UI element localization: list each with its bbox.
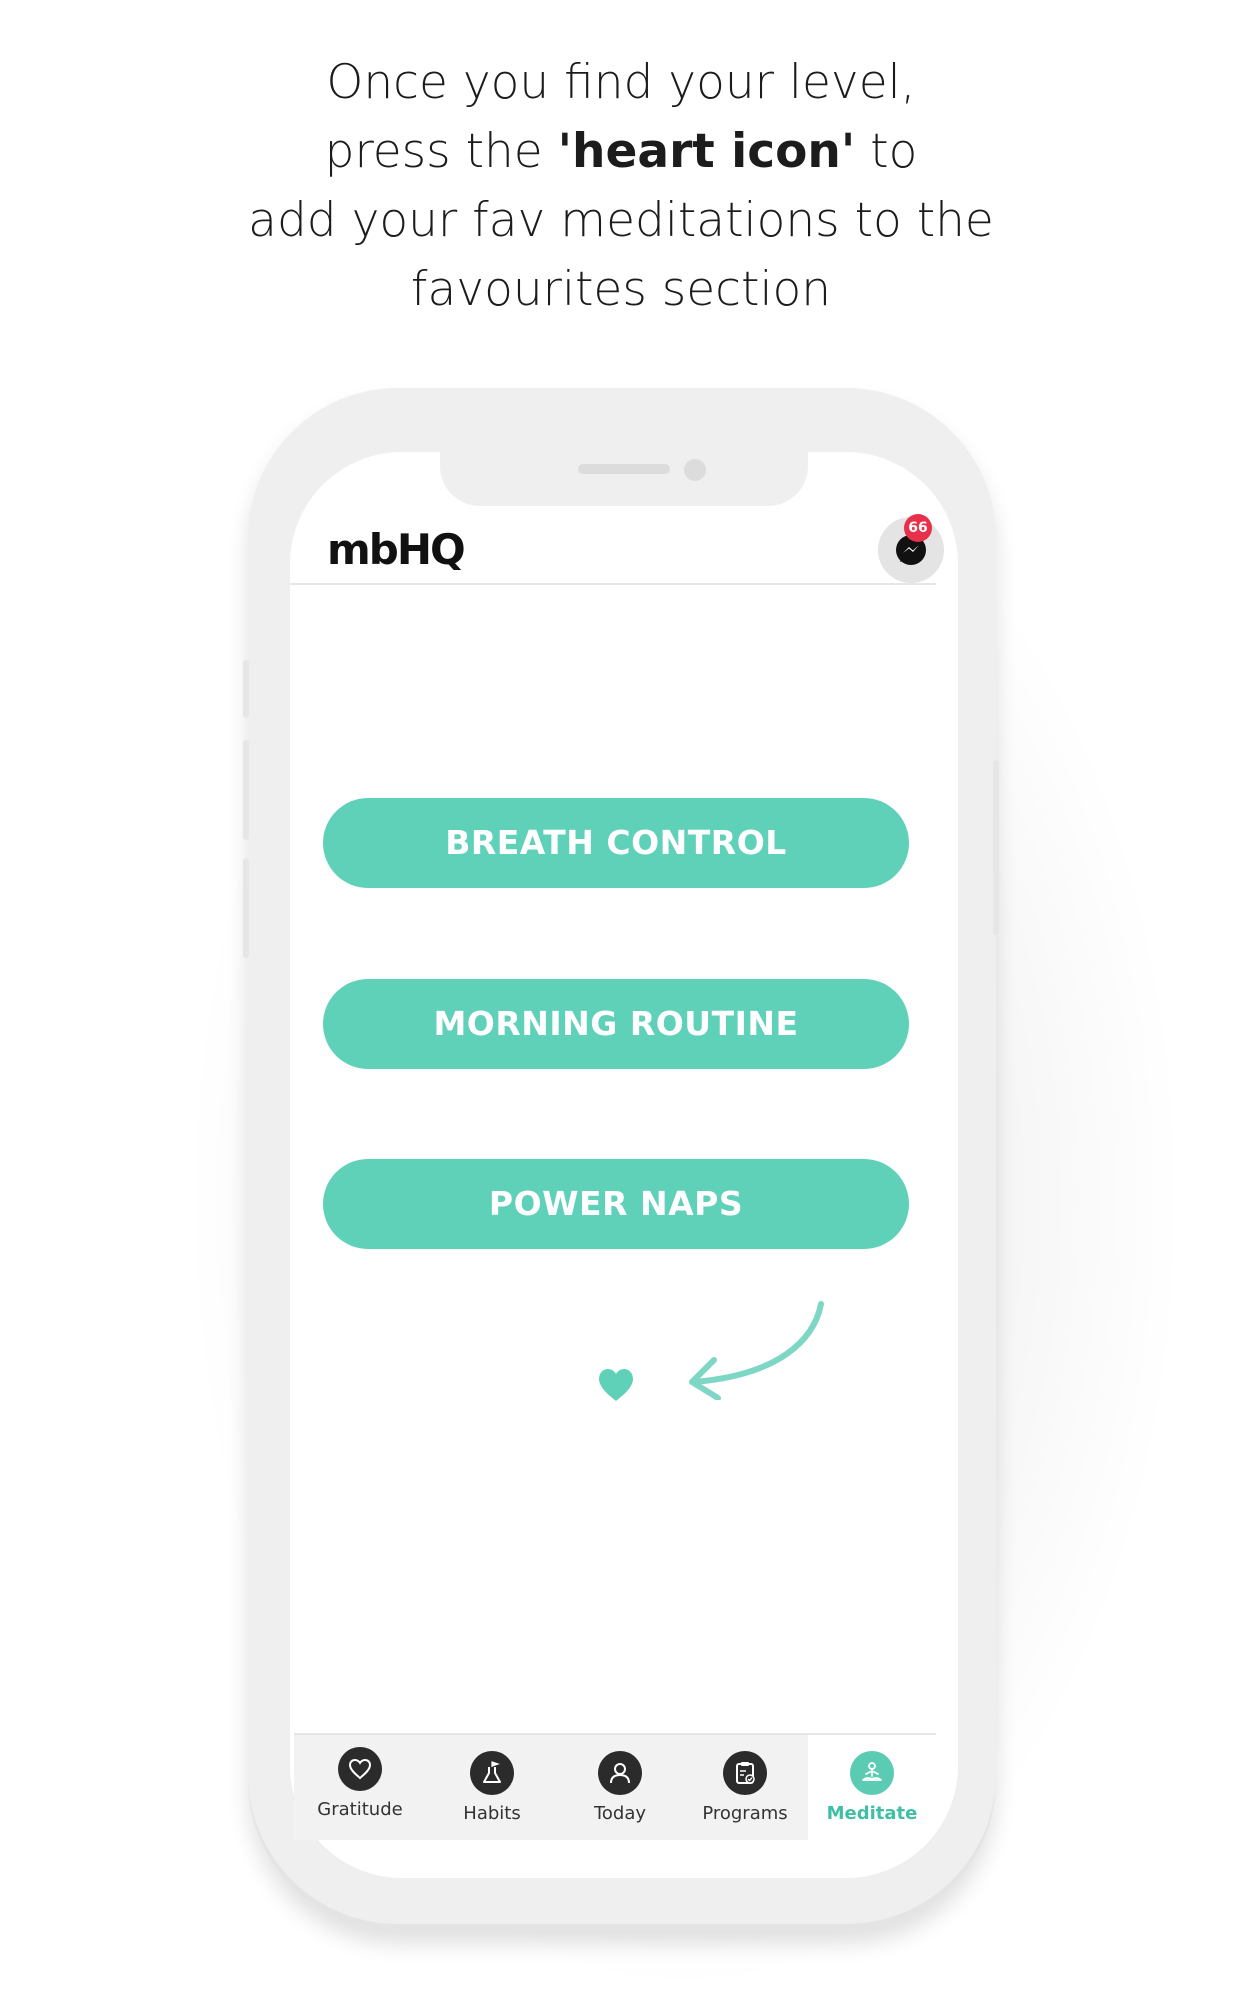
morning-routine-button[interactable]: MORNING ROUTINE xyxy=(323,979,909,1069)
caption-line-1: Once you find your level, xyxy=(326,55,916,110)
phone-side-button-right xyxy=(993,760,999,935)
tab-gratitude-label: Gratitude xyxy=(317,1799,403,1820)
power-naps-button[interactable]: POWER NAPS xyxy=(323,1159,909,1249)
tab-gratitude[interactable]: Gratitude xyxy=(294,1735,426,1840)
person-icon xyxy=(598,1751,642,1795)
phone-volume-down-button xyxy=(243,740,249,840)
tab-programs-label: Programs xyxy=(702,1803,788,1824)
phone-camera xyxy=(684,459,706,481)
tab-habits[interactable]: Habits xyxy=(426,1735,558,1840)
phone-speaker xyxy=(578,464,670,474)
messenger-badge: 66 xyxy=(904,514,932,542)
caption-line-2-pre: press the xyxy=(324,124,558,179)
heart-icon xyxy=(338,1747,382,1791)
instruction-caption: Once you find your level, press the 'hea… xyxy=(0,48,1242,324)
bottom-tab-bar: Gratitude Habits Today Programs Meditate xyxy=(294,1735,936,1840)
tab-programs[interactable]: Programs xyxy=(682,1735,808,1840)
tab-habits-label: Habits xyxy=(463,1803,521,1824)
favourite-heart-icon[interactable] xyxy=(597,1368,635,1402)
phone-volume-third-button xyxy=(243,858,249,958)
tab-meditate-label: Meditate xyxy=(826,1803,918,1824)
tab-meditate[interactable]: Meditate xyxy=(808,1735,936,1840)
clipboard-icon xyxy=(723,1751,767,1795)
caption-line-4: favourites section xyxy=(410,262,832,317)
app-logo: mbHQ xyxy=(327,525,466,574)
phone-volume-up-button xyxy=(243,660,249,718)
meditation-icon xyxy=(850,1751,894,1795)
tab-today-label: Today xyxy=(593,1803,647,1824)
caption-line-2-post: to xyxy=(855,124,918,179)
header-divider xyxy=(290,583,936,585)
caption-line-3: add your fav meditations to the xyxy=(248,193,994,248)
pointer-arrow-icon xyxy=(689,1301,824,1400)
breath-control-button[interactable]: BREATH CONTROL xyxy=(323,798,909,888)
caption-heart-icon-term: 'heart icon' xyxy=(557,124,856,179)
caption-line-2: press the 'heart icon' to xyxy=(0,117,1242,186)
tab-today[interactable]: Today xyxy=(558,1735,682,1840)
flask-flag-icon xyxy=(470,1751,514,1795)
